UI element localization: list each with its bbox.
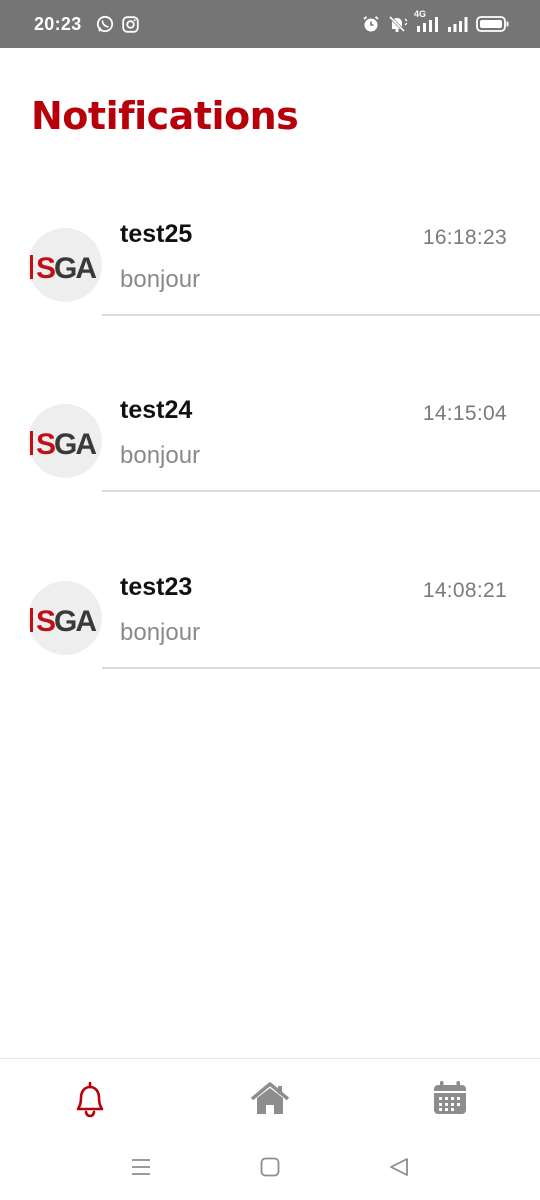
avatar: SGA: [28, 228, 102, 302]
notification-time: 14:08:21: [422, 579, 507, 602]
avatar: SGA: [28, 404, 102, 478]
isga-logo: SGA: [30, 252, 98, 285]
system-back-button[interactable]: [388, 1156, 410, 1183]
home-icon: [250, 1082, 290, 1114]
page-title: Notifications: [31, 94, 299, 138]
system-nav-bar: [0, 1140, 540, 1200]
nav-notifications[interactable]: [68, 1077, 112, 1121]
home-square-icon: [260, 1157, 280, 1177]
nav-home[interactable]: [248, 1077, 292, 1121]
silent-icon: [387, 15, 409, 33]
notification-item[interactable]: SGA test25 16:18:23 bonjour: [0, 198, 540, 318]
notification-title: test25: [120, 220, 193, 248]
divider: [102, 490, 540, 492]
status-bar: 20:23 4G: [0, 0, 540, 48]
notification-time: 16:18:23: [422, 226, 507, 249]
notification-body: bonjour: [120, 442, 201, 469]
avatar: SGA: [28, 581, 102, 655]
network-type-label: 4G: [414, 9, 440, 33]
bottom-nav: [0, 1058, 540, 1138]
notification-body: bonjour: [120, 266, 201, 293]
menu-icon: [132, 1159, 150, 1175]
notification-time: 14:15:04: [422, 402, 507, 425]
notification-title: test24: [120, 396, 193, 424]
notification-item[interactable]: SGA test24 14:15:04 bonjour: [0, 374, 540, 494]
bell-icon: [76, 1081, 104, 1118]
notification-item[interactable]: SGA test23 14:08:21 bonjour: [0, 551, 540, 671]
instagram-icon: [121, 15, 139, 33]
back-icon: [390, 1158, 408, 1176]
status-right-icons: 4G: [362, 9, 510, 33]
alarm-icon: [362, 15, 380, 33]
notification-title: test23: [120, 573, 193, 601]
isga-logo: SGA: [30, 605, 98, 638]
system-home-button[interactable]: [259, 1156, 281, 1183]
whatsapp-icon: [96, 15, 114, 33]
divider: [102, 314, 540, 316]
status-time: 20:23: [34, 13, 82, 34]
isga-logo: SGA: [30, 428, 98, 461]
nav-calendar[interactable]: [428, 1077, 472, 1121]
svg-text:SGA: SGA: [36, 605, 96, 638]
calendar-icon: [434, 1081, 466, 1114]
signal-icon: [447, 15, 469, 33]
status-left-icons: [96, 15, 139, 33]
svg-text:SGA: SGA: [36, 252, 96, 285]
battery-icon: [476, 15, 510, 33]
svg-text:SGA: SGA: [36, 428, 96, 461]
notification-body: bonjour: [120, 619, 201, 646]
divider: [102, 667, 540, 669]
system-menu-button[interactable]: [130, 1156, 152, 1183]
